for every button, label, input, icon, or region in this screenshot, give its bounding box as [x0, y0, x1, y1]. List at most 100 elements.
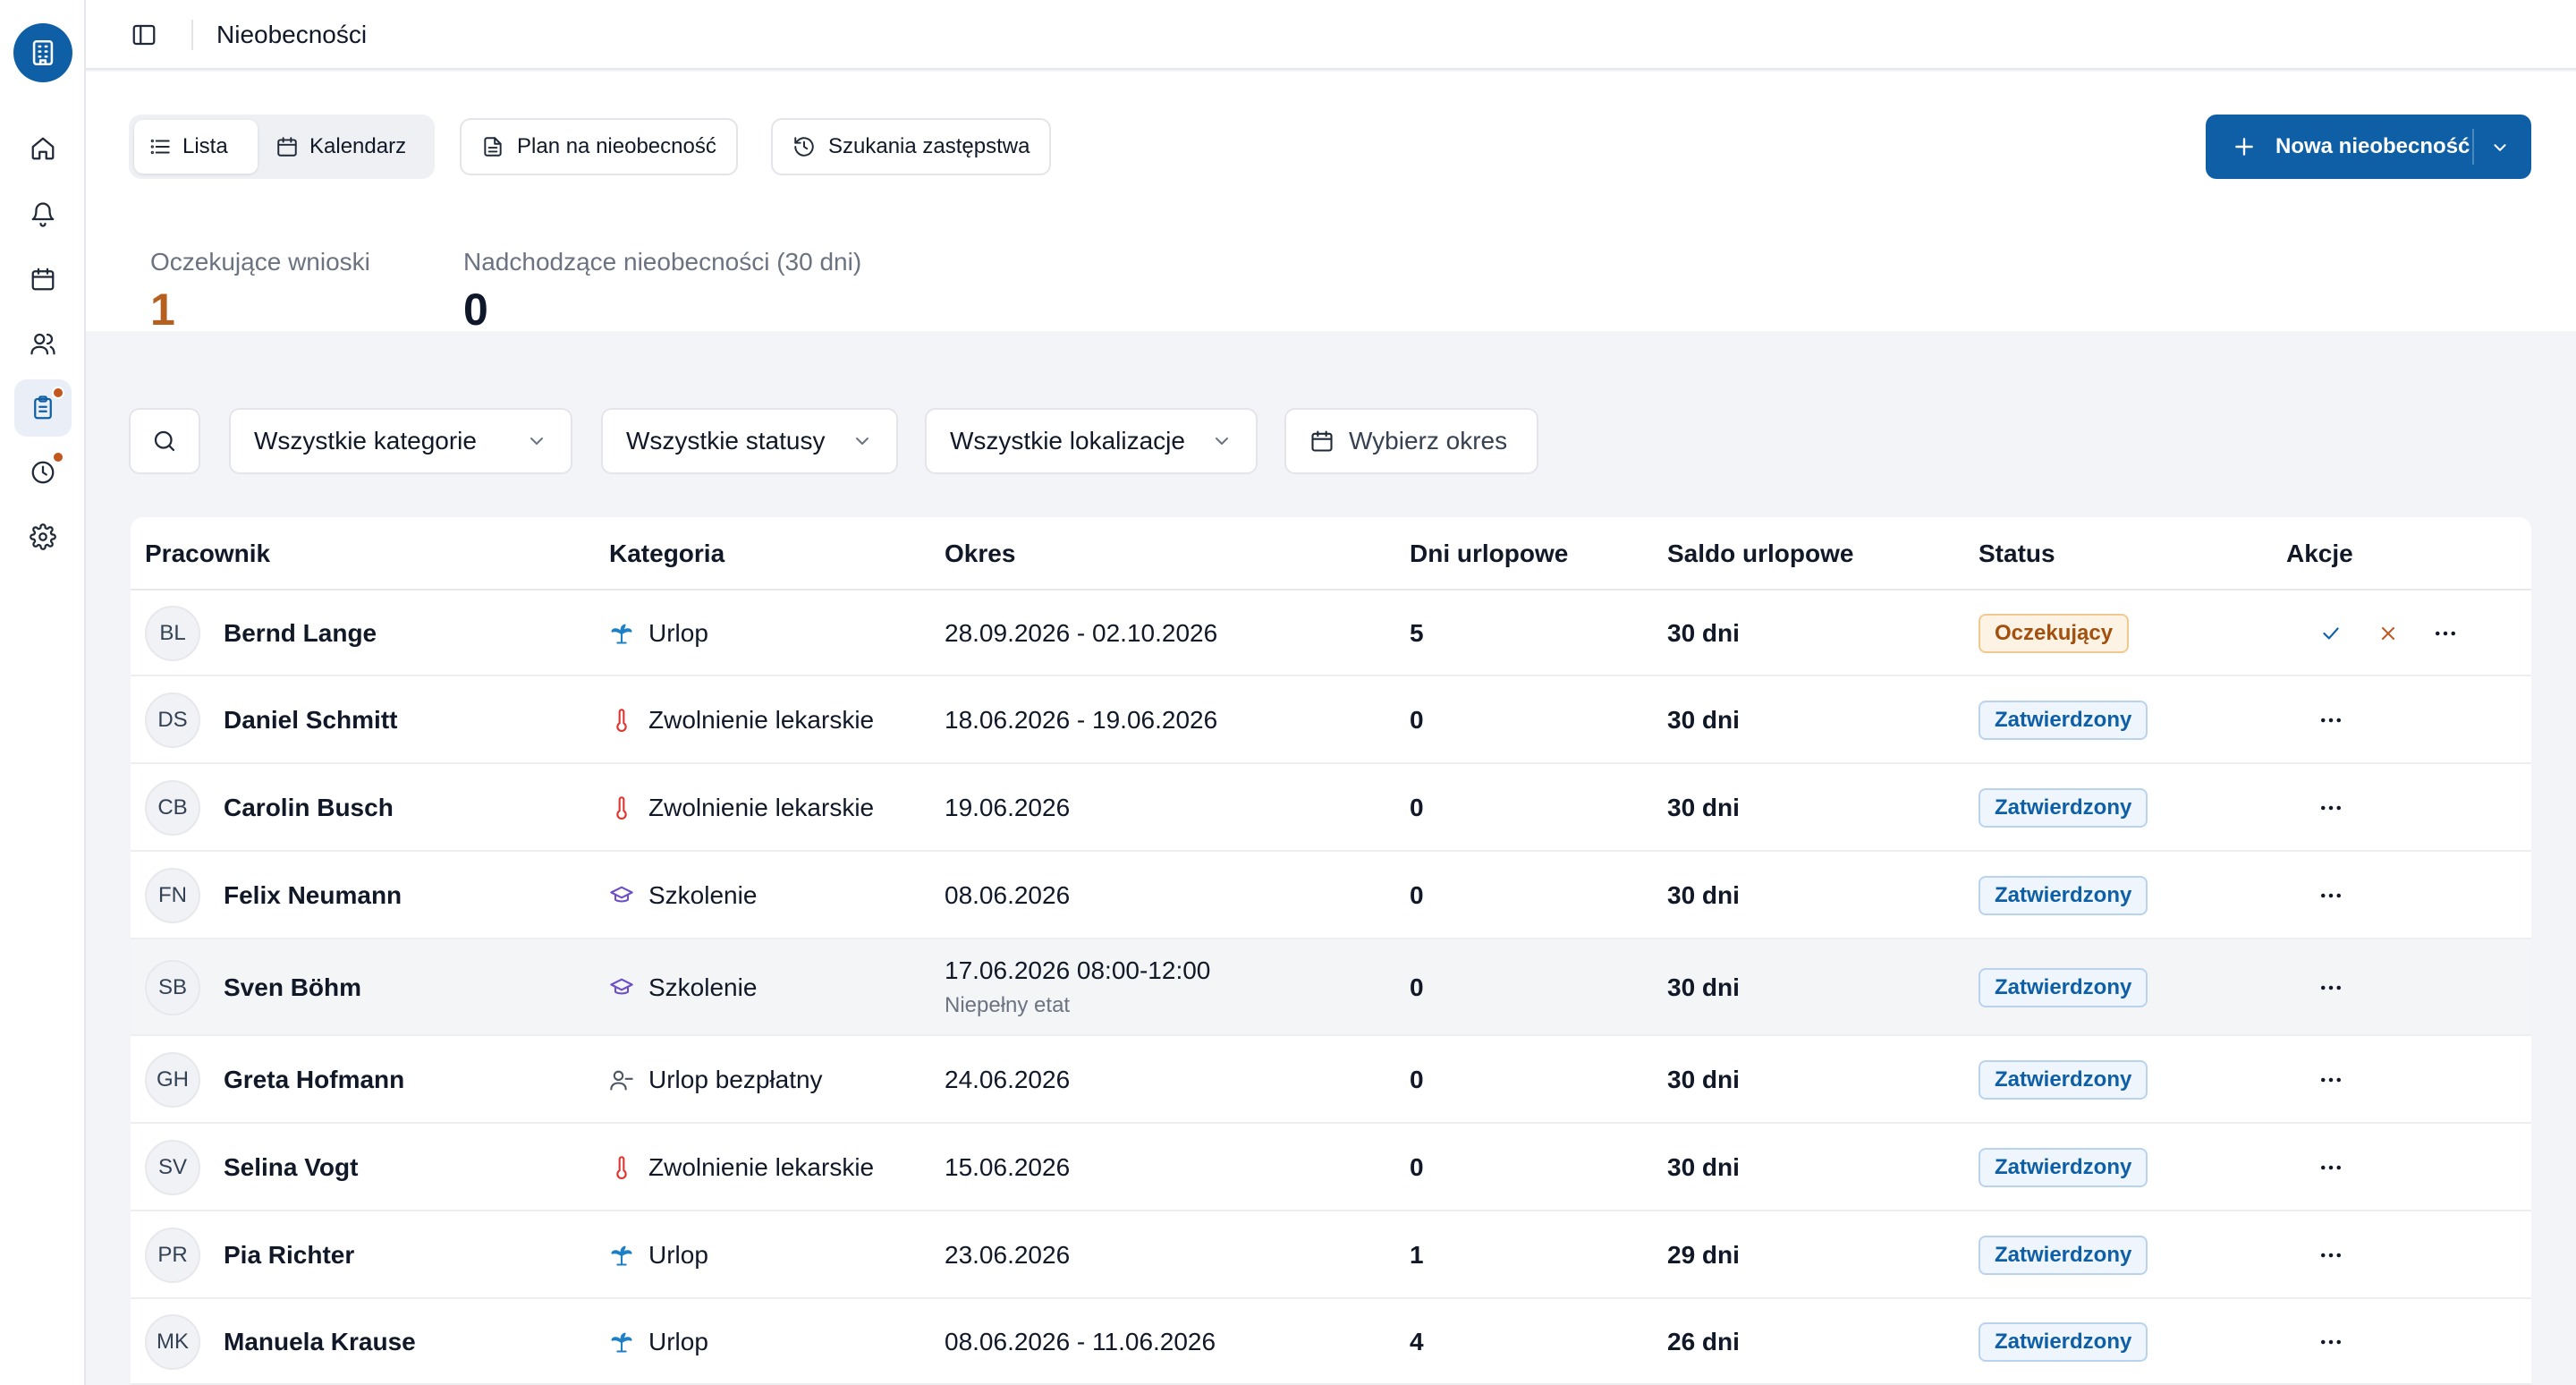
more-actions-button[interactable] — [2313, 1324, 2349, 1360]
employee-name[interactable]: Sven Böhm — [224, 973, 361, 1003]
sidebar-item-settings[interactable] — [14, 508, 72, 565]
absence-plan-label: Plan na nieobecność — [517, 134, 716, 158]
sidebar-item-time[interactable] — [14, 444, 72, 501]
upcoming-absences-label: Nadchodzące nieobecności (30 dni) — [463, 248, 862, 276]
category-cell: Zwolnienie lekarskie — [609, 793, 874, 823]
sidebar-item-absences[interactable] — [14, 379, 72, 437]
avatar-initials: DS — [157, 708, 188, 732]
reject-button[interactable] — [2370, 616, 2406, 651]
more-actions-button[interactable] — [2313, 878, 2349, 913]
avatar: CB — [145, 780, 200, 836]
vacation-days: 0 — [1410, 881, 1424, 909]
category-cell: Urlop bezpłatny — [609, 1065, 823, 1095]
column-header-vacation-balance[interactable]: Saldo urlopowe — [1667, 539, 1853, 569]
category-filter[interactable]: Wszystkie kategorie — [229, 408, 572, 474]
vacation-days: 0 — [1410, 706, 1424, 734]
table-row[interactable]: DS Daniel Schmitt Zwolnienie lekarskie 18.0… — [131, 676, 2531, 764]
home-icon — [31, 137, 55, 160]
approve-button[interactable] — [2313, 616, 2349, 651]
employee-name[interactable]: Pia Richter — [224, 1240, 354, 1270]
topbar-divider — [191, 20, 193, 50]
view-toggle: Lista Kalendarz — [129, 115, 435, 179]
location-filter[interactable]: Wszystkie lokalizacje — [925, 408, 1258, 474]
period-text: 19.06.2026 — [945, 794, 1071, 821]
find-substitute-button[interactable]: Szukania zastępstwa — [771, 118, 1052, 175]
status-filter[interactable]: Wszystkie statusy — [601, 408, 898, 474]
more-actions-button[interactable] — [2313, 702, 2349, 738]
avatar-initials: MK — [157, 1330, 189, 1354]
more-actions-button[interactable] — [2313, 790, 2349, 826]
category-cell: Urlop — [609, 618, 708, 649]
new-absence-button[interactable]: Nowa nieobecność — [2206, 115, 2531, 179]
table-row[interactable]: SB Sven Böhm Szkolenie 17.06.2026 08:00-12:… — [131, 939, 2531, 1036]
status-badge: Zatwierdzony — [1979, 701, 2148, 740]
table-row[interactable]: GH Greta Hofmann Urlop bezpłatny 24.06.2026… — [131, 1036, 2531, 1124]
category-cell: Urlop — [609, 1327, 708, 1357]
employee-name[interactable]: Bernd Lange — [224, 618, 377, 649]
table-row[interactable]: CB Carolin Busch Zwolnienie lekarskie 19.06… — [131, 764, 2531, 852]
vacation-days: 5 — [1410, 619, 1424, 647]
column-header-period[interactable]: Okres — [945, 539, 1015, 569]
sidebar-item-home[interactable] — [14, 120, 72, 177]
search-button[interactable] — [129, 408, 200, 474]
category-label: Urlop — [648, 1328, 708, 1355]
column-header-vacation-days[interactable]: Dni urlopowe — [1410, 539, 1568, 569]
chevron-down-icon — [530, 438, 543, 445]
palm-tree-icon — [609, 621, 634, 646]
find-substitute-label: Szukania zastępstwa — [828, 134, 1030, 158]
notification-dot — [52, 387, 64, 399]
app-logo[interactable] — [13, 23, 72, 82]
status-badge: Zatwierdzony — [1979, 1236, 2148, 1275]
category-cell: Szkolenie — [609, 973, 757, 1003]
category-label: Urlop — [648, 1241, 708, 1269]
table-row[interactable]: PR Pia Richter Urlop 23.06.2026 1 29 dni Zatwi… — [131, 1211, 2531, 1299]
tab-list[interactable]: Lista — [134, 120, 258, 174]
document-icon — [484, 137, 502, 157]
chevron-down-icon — [856, 438, 869, 445]
sidebar-item-employees[interactable] — [14, 315, 72, 372]
employee-name[interactable]: Daniel Schmitt — [224, 705, 397, 735]
avatar-initials: BL — [159, 621, 186, 645]
employee-name[interactable]: Greta Hofmann — [224, 1065, 404, 1095]
more-actions-button[interactable] — [2313, 1237, 2349, 1273]
more-actions-button[interactable] — [2313, 970, 2349, 1006]
column-header-employee[interactable]: Pracownik — [145, 539, 270, 569]
calendar-icon — [1311, 430, 1333, 452]
more-actions-button[interactable] — [2428, 616, 2463, 651]
chevron-down-icon[interactable] — [2490, 138, 2510, 157]
absence-plan-button[interactable]: Plan na nieobecność — [460, 118, 738, 175]
table-row[interactable]: MK Manuela Krause Urlop 08.06.2026 - 11.06.… — [131, 1299, 2531, 1385]
page-header: Lista Kalendarz Plan na nieobecność Szuk… — [86, 72, 2576, 335]
thermometer-icon — [609, 708, 634, 733]
more-actions-button[interactable] — [2313, 1062, 2349, 1098]
sidebar-item-calendar[interactable] — [14, 251, 72, 308]
users-icon — [30, 333, 55, 355]
toggle-sidebar-button[interactable] — [131, 21, 157, 48]
table-row[interactable]: BL Bernd Lange Urlop 28.09.2026 - 02.10.202… — [131, 591, 2531, 676]
location-filter-value: Wszystkie lokalizacje — [950, 427, 1185, 455]
employee-name[interactable]: Carolin Busch — [224, 793, 394, 823]
employee-name[interactable]: Felix Neumann — [224, 880, 402, 911]
more-actions-button[interactable] — [2313, 1150, 2349, 1185]
employee-name[interactable]: Selina Vogt — [224, 1152, 358, 1183]
status-badge: Zatwierdzony — [1979, 968, 2148, 1007]
building-icon — [32, 39, 54, 66]
category-cell: Zwolnienie lekarskie — [609, 1152, 874, 1183]
absences-table: Pracownik Kategoria Okres Dni urlopowe S… — [131, 517, 2531, 1385]
column-header-status[interactable]: Status — [1979, 539, 2055, 569]
table-row[interactable]: FN Felix Neumann Szkolenie 08.06.2026 0 30 dn… — [131, 852, 2531, 939]
more-horizontal-icon — [2318, 707, 2344, 734]
employee-name[interactable]: Manuela Krause — [224, 1327, 416, 1357]
more-horizontal-icon — [2432, 620, 2459, 647]
check-icon — [2319, 622, 2343, 645]
sidebar — [0, 0, 86, 1385]
thermometer-icon — [609, 1155, 634, 1180]
tab-calendar[interactable]: Kalendarz — [261, 120, 429, 174]
period-picker[interactable]: Wybierz okres — [1284, 408, 1538, 474]
vacation-days: 4 — [1410, 1328, 1424, 1355]
column-header-category[interactable]: Kategoria — [609, 539, 724, 569]
sidebar-item-notifications[interactable] — [14, 186, 72, 243]
table-row[interactable]: SV Selina Vogt Zwolnienie lekarskie 15.06.2… — [131, 1124, 2531, 1211]
more-horizontal-icon — [2318, 794, 2344, 821]
graduation-cap-icon — [609, 975, 634, 1000]
